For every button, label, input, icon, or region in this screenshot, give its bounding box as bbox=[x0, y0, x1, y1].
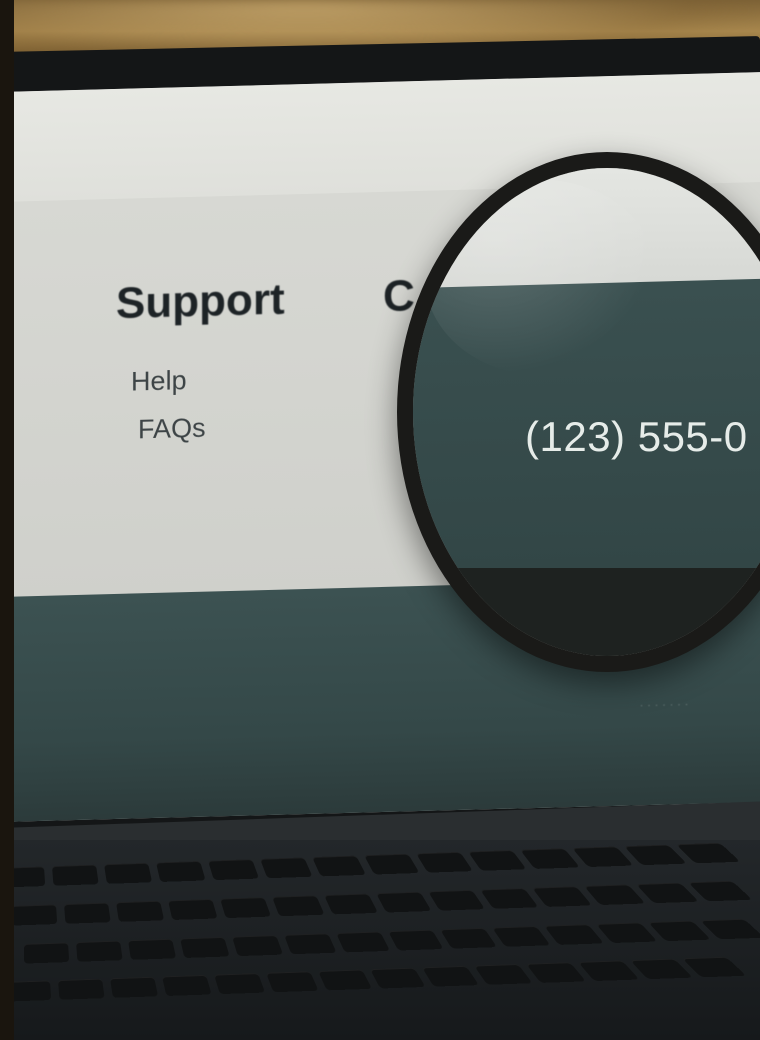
key bbox=[532, 886, 592, 907]
key bbox=[58, 978, 105, 1000]
key bbox=[260, 857, 313, 879]
keyboard-row bbox=[12, 880, 753, 926]
key bbox=[474, 964, 533, 985]
key bbox=[336, 931, 391, 953]
key bbox=[468, 850, 527, 871]
key bbox=[272, 895, 325, 917]
key bbox=[24, 942, 70, 964]
key bbox=[156, 861, 206, 882]
key bbox=[492, 926, 551, 947]
key bbox=[318, 969, 373, 991]
key bbox=[370, 967, 426, 989]
key bbox=[52, 864, 99, 886]
key bbox=[572, 846, 634, 868]
key bbox=[526, 962, 586, 983]
key bbox=[682, 956, 747, 978]
keyboard-row bbox=[0, 842, 741, 888]
key bbox=[422, 965, 480, 987]
key bbox=[648, 920, 711, 942]
key bbox=[110, 976, 159, 998]
footer-fine-print: · · · · · · · bbox=[640, 698, 689, 711]
key bbox=[364, 853, 420, 875]
key bbox=[700, 918, 760, 940]
key bbox=[440, 927, 498, 949]
key bbox=[168, 899, 218, 920]
key bbox=[312, 855, 367, 877]
key bbox=[688, 880, 753, 902]
keyboard-row bbox=[6, 956, 747, 1002]
key bbox=[12, 904, 58, 926]
link-faqs[interactable]: FAQs bbox=[138, 413, 206, 446]
key bbox=[544, 924, 604, 945]
key bbox=[676, 842, 741, 864]
key bbox=[266, 971, 319, 993]
key bbox=[584, 884, 646, 906]
key bbox=[388, 929, 444, 951]
key bbox=[630, 958, 693, 980]
left-edge-shadow bbox=[0, 0, 14, 1040]
key bbox=[128, 938, 177, 960]
key bbox=[324, 893, 379, 915]
key bbox=[416, 851, 474, 873]
key bbox=[428, 889, 486, 911]
key bbox=[636, 882, 699, 904]
key bbox=[116, 900, 165, 922]
key bbox=[64, 902, 111, 924]
lens-glare bbox=[425, 180, 658, 376]
column-heading-contact-partial: C bbox=[383, 271, 415, 321]
magnified-phone-number: (123) 555-0 bbox=[525, 413, 748, 460]
key bbox=[104, 862, 153, 884]
column-heading-support: Support bbox=[116, 274, 285, 328]
key bbox=[180, 937, 230, 958]
key bbox=[376, 891, 432, 913]
key bbox=[578, 960, 640, 982]
key bbox=[220, 897, 272, 919]
key bbox=[596, 922, 658, 944]
photo-scene: t s n Support Help FAQs C · · · · · · · bbox=[0, 0, 760, 1040]
key bbox=[162, 975, 212, 996]
key bbox=[214, 973, 266, 995]
key bbox=[624, 844, 687, 866]
key bbox=[284, 933, 337, 955]
key bbox=[208, 859, 260, 881]
keyboard bbox=[0, 840, 760, 1040]
keyboard-row bbox=[24, 918, 760, 964]
magnifying-glass: (123) 555-0 bbox=[397, 152, 760, 672]
link-help[interactable]: Help bbox=[131, 365, 187, 397]
key bbox=[232, 935, 284, 957]
key bbox=[520, 848, 580, 869]
key bbox=[76, 940, 123, 962]
key bbox=[480, 888, 539, 909]
